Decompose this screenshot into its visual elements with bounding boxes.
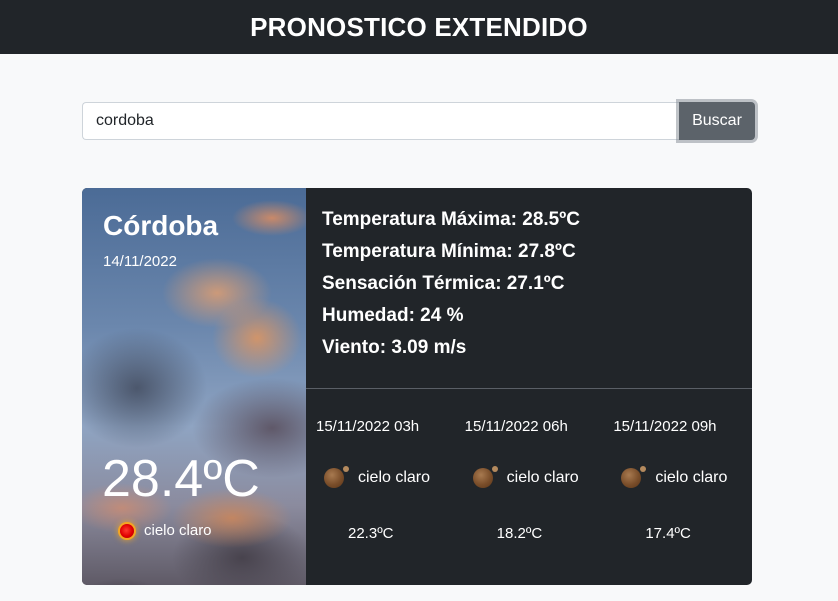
weather-card: Córdoba 14/11/2022 28.4ºC cielo claro Te… [82, 188, 752, 585]
weather-details: Temperatura Máxima: 28.5ºC Temperatura M… [306, 188, 752, 585]
details-divider [306, 388, 752, 389]
forecast-datetime: 15/11/2022 09h [613, 418, 717, 435]
current-condition: cielo claro [120, 522, 212, 539]
forecast-condition: cielo claro [621, 466, 728, 488]
forecast-condition-label: cielo claro [506, 469, 579, 486]
current-condition-label: cielo claro [144, 522, 212, 539]
search-button[interactable]: Buscar [679, 102, 755, 140]
feels-like: Sensación Térmica: 27.1ºC [322, 273, 565, 294]
current-temperature: 28.4ºC [102, 450, 260, 508]
wind-speed: Viento: 3.09 m/s [322, 337, 467, 358]
city-search-input[interactable] [82, 102, 679, 140]
page-header: PRONOSTICO EXTENDIDO [0, 0, 838, 54]
forecast-condition-label: cielo claro [655, 469, 728, 486]
max-temperature: Temperatura Máxima: 28.5ºC [322, 209, 580, 230]
forecast-condition: cielo claro [472, 466, 579, 488]
humidity: Humedad: 24 % [322, 305, 464, 326]
weather-stats: Temperatura Máxima: 28.5ºC Temperatura M… [322, 204, 580, 364]
clear-sky-day-icon [120, 523, 134, 538]
forecast-condition-label: cielo claro [358, 469, 431, 486]
current-date: 14/11/2022 [103, 253, 177, 270]
clear-sky-night-icon [324, 466, 349, 488]
search-form: Buscar [82, 102, 755, 140]
min-temperature: Temperatura Mínima: 27.8ºC [322, 241, 576, 262]
forecast-item: 15/11/2022 09h cielo claro 17.4ºC [603, 418, 752, 548]
clear-sky-night-icon [621, 466, 647, 488]
forecast-list: 15/11/2022 03h cielo claro 22.3ºC 15/11/… [306, 418, 752, 548]
forecast-temperature: 17.4ºC [645, 525, 691, 542]
forecast-datetime: 15/11/2022 03h [316, 418, 420, 435]
forecast-item: 15/11/2022 06h cielo claro 18.2ºC [455, 418, 604, 548]
city-sky-photo: Córdoba 14/11/2022 28.4ºC cielo claro [82, 188, 306, 585]
forecast-item: 15/11/2022 03h cielo claro 22.3ºC [306, 418, 455, 548]
forecast-condition: cielo claro [324, 466, 431, 488]
forecast-temperature: 18.2ºC [496, 525, 543, 542]
clear-sky-night-icon [472, 466, 498, 488]
forecast-datetime: 15/11/2022 06h [464, 418, 568, 435]
city-name: Córdoba [103, 210, 219, 241]
page-title: PRONOSTICO EXTENDIDO [250, 11, 588, 42]
forecast-temperature: 22.3ºC [348, 525, 394, 542]
